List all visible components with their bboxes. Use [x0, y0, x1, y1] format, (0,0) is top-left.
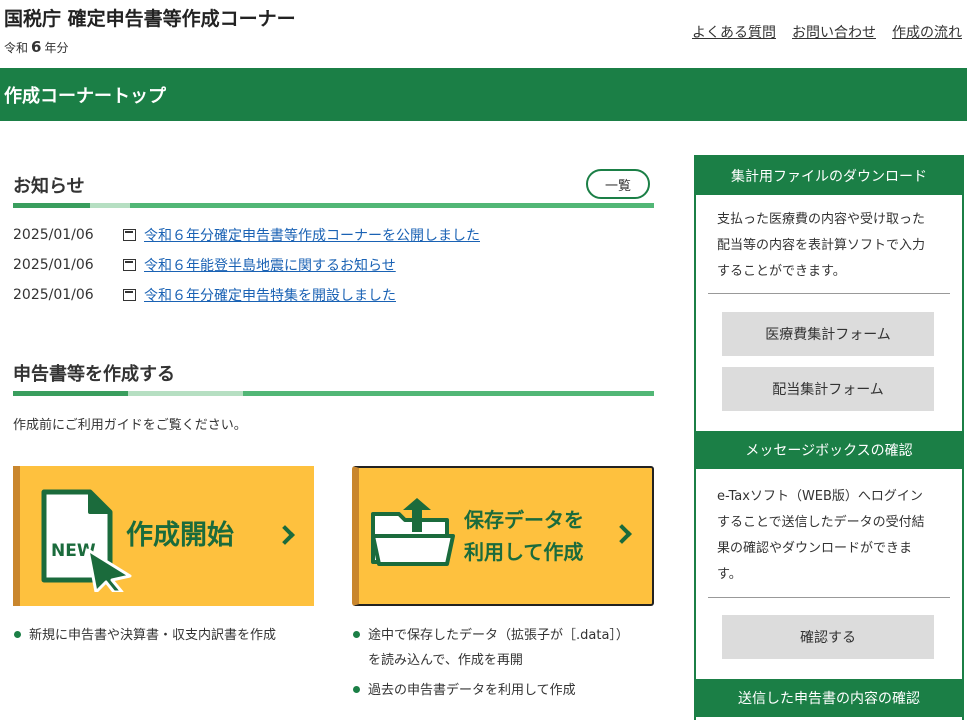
- create-heading: 申告書等を作成する: [13, 364, 175, 385]
- news-link[interactable]: 令和６年分確定申告特集を開設しました: [144, 285, 396, 305]
- divider: [708, 597, 950, 598]
- create-heading-underline: [13, 391, 654, 396]
- news-list-button[interactable]: 一覧: [586, 169, 650, 199]
- news-item: 2025/01/06 令和６年分確定申告書等作成コーナーを公開しました: [13, 225, 480, 245]
- header-links: よくある質問 お問い合わせ 作成の流れ: [692, 22, 962, 42]
- news-item: 2025/01/06 令和６年能登半島地震に関するお知らせ: [13, 255, 396, 275]
- saved-bullet-text: 過去の申告書データを利用して作成: [368, 683, 576, 698]
- message-box-description: e-Taxソフト（WEB版）へログイン することで送信したデータの受付結 果の確…: [717, 484, 947, 588]
- list-item: 途中で保存したデータ（拡張子が［.data］）: [353, 624, 629, 643]
- news-date: 2025/01/06: [13, 287, 94, 303]
- tax-year-suffix: 年分: [44, 41, 69, 55]
- chevron-right-icon: [612, 524, 632, 544]
- message-box-description-line: 果の確認やダウンロードができま: [717, 541, 913, 556]
- saved-bullet-continuation: を読み込んで、作成を再開: [368, 653, 523, 668]
- download-description: 支払った医療費の内容や受け取った 配当等の内容を表計算ソフトで入力 することがで…: [717, 207, 947, 285]
- message-box-description-line: す。: [717, 567, 742, 582]
- download-description-line: 配当等の内容を表計算ソフトで入力: [717, 238, 926, 253]
- bullet-icon: [14, 631, 21, 638]
- news-item: 2025/01/06 令和６年分確定申告特集を開設しました: [13, 285, 396, 305]
- guide-text: 作成前にご利用ガイドをご覧ください。: [13, 418, 247, 433]
- new-bullet-text: 新規に申告書や決算書・収支内訳書を作成: [29, 628, 277, 643]
- news-heading: お知らせ: [13, 176, 85, 197]
- site-title: 国税庁 確定申告書等作成コーナー: [4, 8, 296, 30]
- folder-upload-icon: [371, 498, 455, 566]
- contact-link[interactable]: お問い合わせ: [792, 22, 876, 42]
- sent-return-heading: 送信した申告書の内容の確認: [696, 679, 962, 717]
- window-icon: [123, 289, 136, 301]
- tax-year: 令和 6 年分: [4, 38, 68, 56]
- new-document-icon: NEW: [41, 489, 132, 592]
- download-description-line: することができます。: [717, 264, 846, 279]
- window-icon: [123, 259, 136, 271]
- saved-bullet-text: 途中で保存したデータ（拡張子が［.data］）: [368, 628, 629, 643]
- bullet-icon: [353, 686, 360, 693]
- message-box-description-line: e-Taxソフト（WEB版）へログイン: [717, 489, 923, 504]
- page-banner: 作成コーナートップ: [0, 68, 967, 121]
- sidebar: 集計用ファイルのダウンロード 支払った医療費の内容や受け取った 配当等の内容を表…: [694, 155, 964, 720]
- start-new-button[interactable]: NEW 作成開始: [13, 466, 314, 606]
- use-saved-data-button[interactable]: 保存データを 利用して作成: [352, 466, 654, 606]
- bullet-icon: [353, 631, 360, 638]
- divider: [708, 293, 950, 294]
- download-description-line: 支払った医療費の内容や受け取った: [717, 212, 926, 227]
- use-saved-data-label-line2: 利用して作成: [464, 540, 584, 564]
- faq-link[interactable]: よくある質問: [692, 22, 776, 42]
- tax-year-prefix: 令和: [4, 41, 29, 55]
- tax-year-number: 6: [31, 38, 42, 56]
- page-title: 作成コーナートップ: [4, 86, 166, 107]
- chevron-right-icon: [275, 525, 295, 545]
- news-heading-underline: [13, 203, 654, 208]
- news-link[interactable]: 令和６年能登半島地震に関するお知らせ: [144, 255, 396, 275]
- news-date: 2025/01/06: [13, 257, 94, 273]
- confirm-button[interactable]: 確認する: [722, 615, 934, 659]
- news-date: 2025/01/06: [13, 227, 94, 243]
- message-box-heading: メッセージボックスの確認: [696, 431, 962, 469]
- medical-expense-form-button[interactable]: 医療費集計フォーム: [722, 312, 934, 356]
- news-link[interactable]: 令和６年分確定申告書等作成コーナーを公開しました: [144, 225, 480, 245]
- flow-link[interactable]: 作成の流れ: [892, 22, 962, 42]
- download-heading: 集計用ファイルのダウンロード: [696, 157, 962, 195]
- window-icon: [123, 229, 136, 241]
- use-saved-data-label-line1: 保存データを: [464, 508, 584, 532]
- dividend-form-button[interactable]: 配当集計フォーム: [722, 367, 934, 411]
- list-item: 過去の申告書データを利用して作成: [353, 679, 576, 698]
- start-new-label: 作成開始: [126, 520, 234, 551]
- message-box-description-line: することで送信したデータの受付結: [717, 515, 925, 530]
- list-item: 新規に申告書や決算書・収支内訳書を作成: [14, 624, 276, 643]
